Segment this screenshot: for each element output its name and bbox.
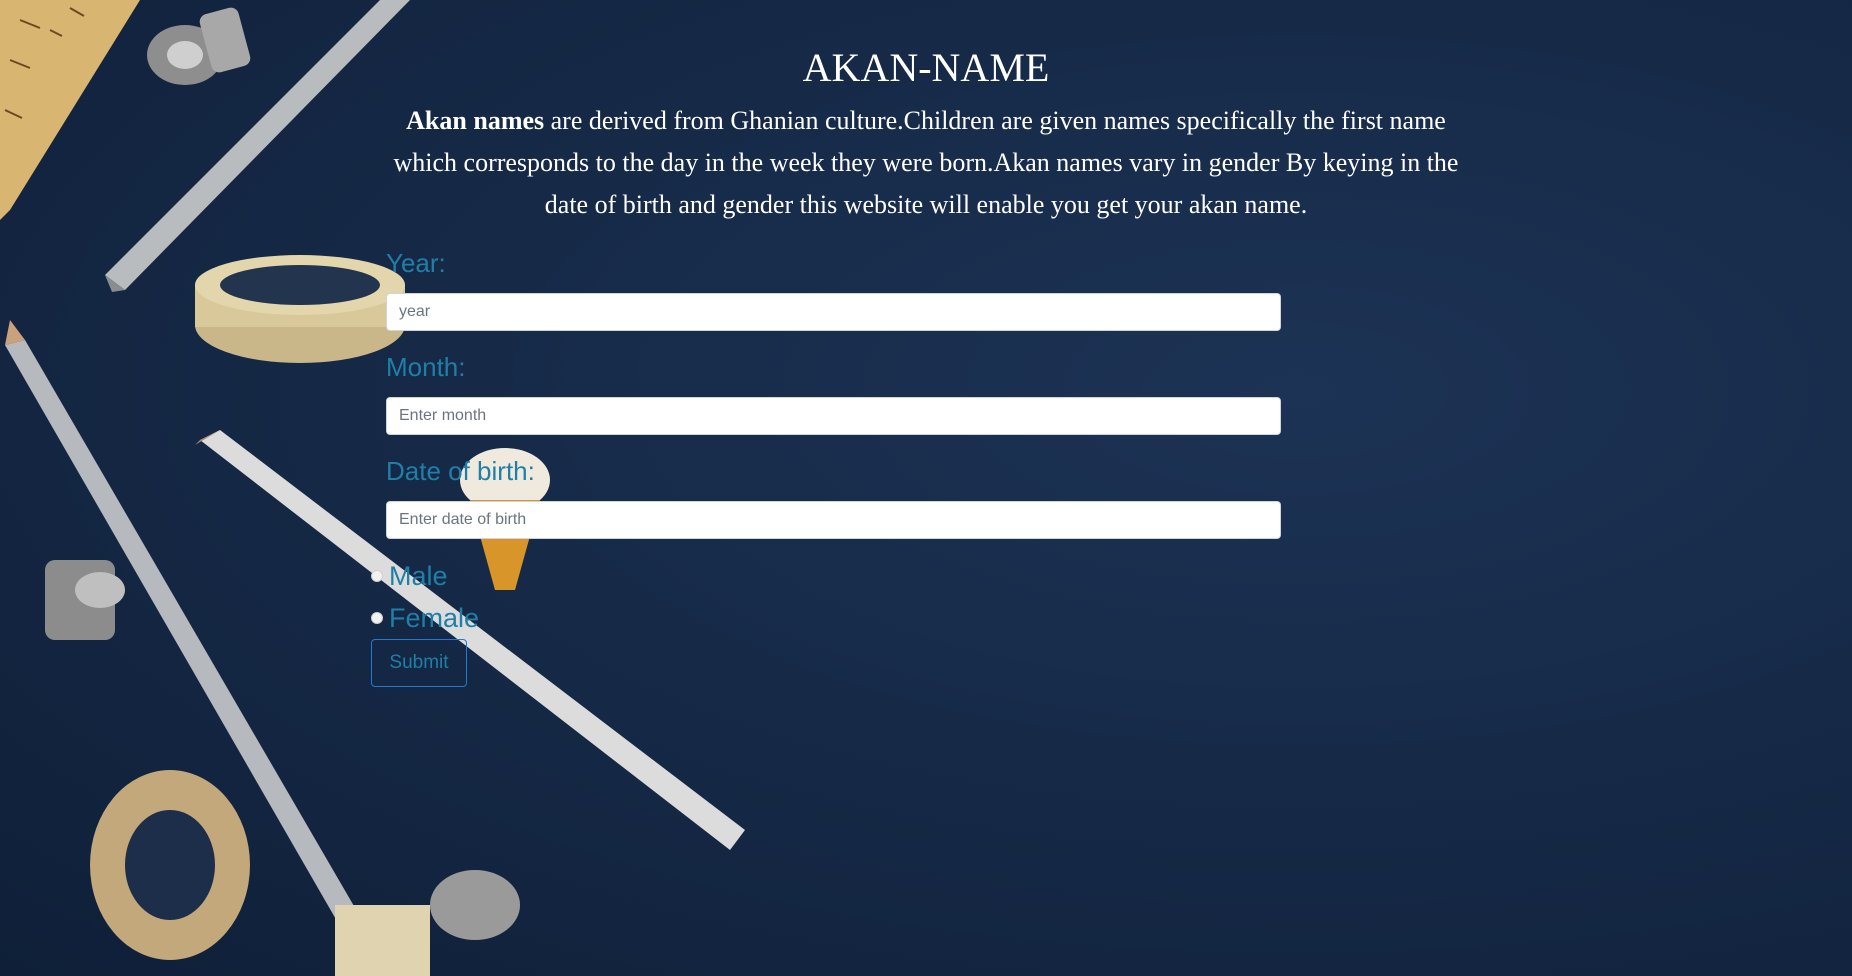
year-label: Year: — [386, 248, 446, 278]
tape-roll-decoration — [90, 770, 250, 960]
month-label: Month: — [386, 352, 466, 382]
female-radio[interactable] — [371, 612, 383, 624]
intro-paragraph: Akan names are derived from Ghanian cult… — [376, 100, 1476, 226]
page-title: AKAN-NAME — [802, 45, 1050, 90]
binder-clip-decoration — [335, 870, 520, 976]
binder-clip-decoration — [45, 560, 125, 640]
year-input[interactable] — [386, 293, 1281, 331]
gender-male-option[interactable]: Male — [368, 559, 448, 593]
male-label: Male — [389, 561, 448, 591]
female-label: Female — [389, 603, 480, 633]
dob-label: Date of birth: — [386, 456, 535, 486]
submit-button[interactable]: Submit — [371, 639, 467, 687]
gender-female-option[interactable]: Female — [368, 601, 479, 635]
month-input[interactable] — [386, 397, 1281, 435]
dob-input[interactable] — [386, 501, 1281, 539]
intro-bold-text: Akan names — [406, 106, 545, 135]
intro-text: are derived from Ghanian culture.Childre… — [393, 106, 1459, 219]
male-radio[interactable] — [371, 570, 383, 582]
ruler-decoration — [0, 0, 140, 220]
tape-roll-decoration — [195, 255, 405, 363]
